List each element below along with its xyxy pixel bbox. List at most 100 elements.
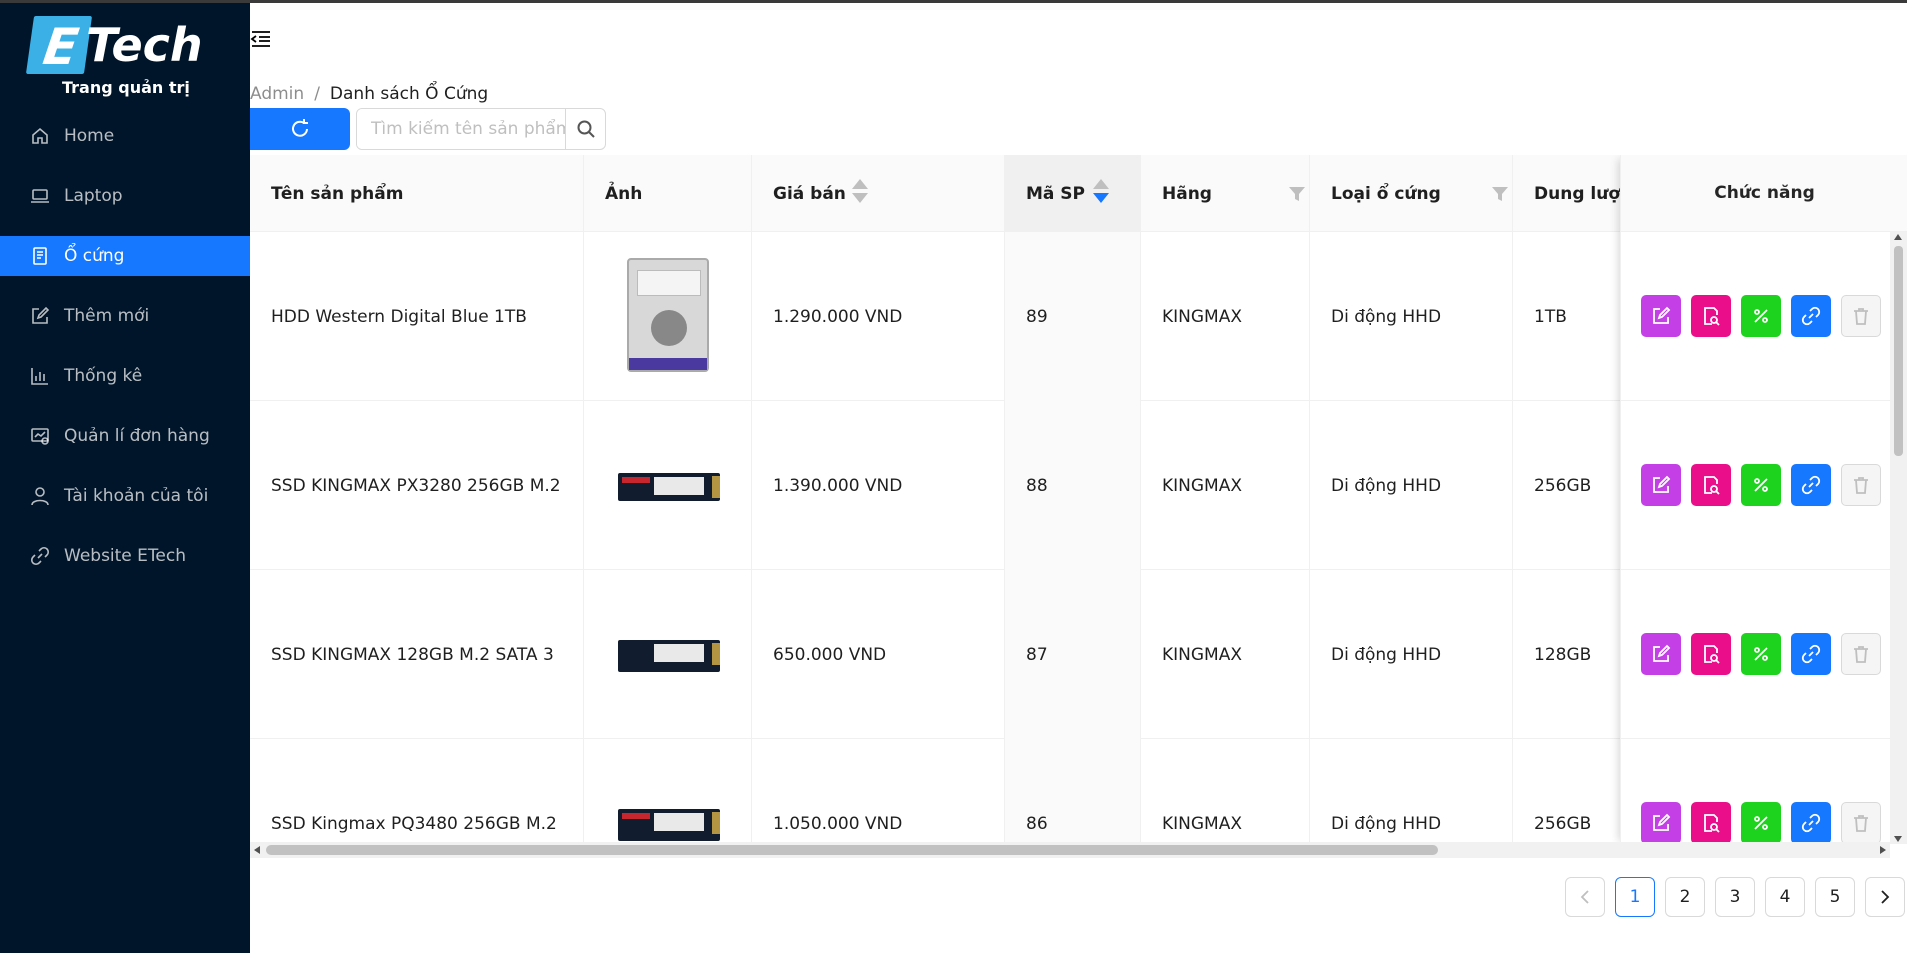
row-actions <box>1621 232 1907 401</box>
row-actions <box>1621 739 1907 845</box>
link-icon <box>1801 644 1821 664</box>
menu-fold-button[interactable] <box>250 28 272 50</box>
trash-icon <box>1854 308 1868 325</box>
sidebar-item-label: Thêm mới <box>64 306 150 326</box>
bar-chart-icon <box>30 366 50 386</box>
pagination-page[interactable]: 4 <box>1765 877 1805 917</box>
search-input[interactable] <box>357 109 565 149</box>
discount-button[interactable] <box>1741 633 1781 675</box>
open-link-button[interactable] <box>1791 464 1831 506</box>
view-detail-button[interactable] <box>1691 633 1731 675</box>
sidebar-item-home[interactable]: Home <box>0 116 250 156</box>
search-button[interactable] <box>565 109 605 149</box>
link-icon <box>1801 475 1821 495</box>
product-image <box>627 258 709 372</box>
trash-icon <box>1854 815 1868 832</box>
column-header-price[interactable]: Giá bán <box>752 155 1005 232</box>
sidebar-item-label: Quản lí đơn hàng <box>64 426 210 446</box>
edit-icon <box>30 306 50 326</box>
chevron-left-icon <box>1580 890 1589 904</box>
product-name: SSD KINGMAX 128GB M.2 SATA 3 <box>250 570 584 739</box>
scroll-thumb <box>266 845 1438 855</box>
edit-button[interactable] <box>1641 295 1681 337</box>
column-header-name: Tên sản phẩm <box>250 155 584 232</box>
type-filter-icon[interactable] <box>1491 185 1509 203</box>
sidebar-item-statistics[interactable]: Thống kê <box>0 356 250 396</box>
view-detail-button[interactable] <box>1691 295 1731 337</box>
pagination-page[interactable]: 3 <box>1715 877 1755 917</box>
refresh-icon <box>292 119 308 137</box>
sidebar-item-website[interactable]: Website ETech <box>0 536 250 576</box>
column-header-type: Loại ổ cứng <box>1310 155 1513 232</box>
discount-button[interactable] <box>1741 802 1781 844</box>
pagination-next-button[interactable] <box>1865 877 1905 917</box>
breadcrumb: Admin / Danh sách Ổ Cứng <box>250 84 488 104</box>
pagination-page[interactable]: 2 <box>1665 877 1705 917</box>
percent-icon <box>1754 816 1768 830</box>
brand-filter-icon[interactable] <box>1288 185 1306 203</box>
sidebar-item-add-new[interactable]: Thêm mới <box>0 296 250 336</box>
logo-text: Tech <box>86 18 203 72</box>
open-link-button[interactable] <box>1791 633 1831 675</box>
horizontal-scrollbar[interactable] <box>250 842 1890 858</box>
open-link-button[interactable] <box>1791 295 1831 337</box>
vertical-scrollbar[interactable] <box>1890 232 1907 844</box>
product-image-cell <box>584 232 752 401</box>
edit-button[interactable] <box>1641 802 1681 844</box>
product-price: 650.000 VND <box>752 570 1005 739</box>
scroll-left-arrow <box>254 846 260 854</box>
user-icon <box>30 486 50 506</box>
sidebar-item-hard-drive[interactable]: Ổ cứng <box>0 236 250 276</box>
home-icon <box>30 126 50 146</box>
trash-icon <box>1854 646 1868 663</box>
chevron-right-icon <box>1881 890 1890 904</box>
product-name: SSD Kingmax PQ3480 256GB M.2 <box>250 739 584 845</box>
toolbar <box>250 108 606 150</box>
scroll-thumb <box>1894 246 1903 456</box>
edit-icon <box>1653 475 1671 493</box>
edit-button[interactable] <box>1641 464 1681 506</box>
column-header-code[interactable]: Mã SP <box>1005 155 1141 232</box>
edit-icon <box>1653 813 1671 831</box>
view-detail-button[interactable] <box>1691 464 1731 506</box>
delete-button[interactable] <box>1841 633 1881 675</box>
sidebar-item-label: Tài khoản của tôi <box>64 486 209 506</box>
pagination: 1 2 3 4 5 <box>1565 877 1905 917</box>
delete-button[interactable] <box>1841 295 1881 337</box>
discount-button[interactable] <box>1741 464 1781 506</box>
pagination-page[interactable]: 5 <box>1815 877 1855 917</box>
percent-icon <box>1754 478 1768 492</box>
delete-button[interactable] <box>1841 464 1881 506</box>
sidebar-item-laptop[interactable]: Laptop <box>0 176 250 216</box>
sidebar-item-label: Home <box>64 126 115 146</box>
logo[interactable]: E Tech Trang quản trị <box>25 16 220 102</box>
edit-button[interactable] <box>1641 633 1681 675</box>
product-image <box>618 640 720 672</box>
delete-button[interactable] <box>1841 802 1881 844</box>
product-image-cell <box>584 401 752 570</box>
pagination-prev-button[interactable] <box>1565 877 1605 917</box>
sidebar-item-my-account[interactable]: Tài khoản của tôi <box>0 476 250 516</box>
file-search-icon <box>1704 476 1720 495</box>
breadcrumb-root[interactable]: Admin <box>250 84 304 104</box>
link-icon <box>1801 813 1821 833</box>
code-sort-icon[interactable] <box>1093 179 1109 209</box>
sidebar-item-label: Laptop <box>64 186 123 206</box>
hard-drive-icon <box>30 246 50 266</box>
product-image-cell <box>584 739 752 845</box>
discount-button[interactable] <box>1741 295 1781 337</box>
logo-subtitle: Trang quản trị <box>62 78 190 97</box>
product-type: Di động HHD <box>1310 232 1513 401</box>
pagination-page[interactable]: 1 <box>1615 877 1655 917</box>
actions-column: Chức năng <box>1620 155 1907 845</box>
sidebar-item-label: Thống kê <box>64 366 143 386</box>
edit-icon <box>1653 306 1671 324</box>
window-top-border <box>0 0 1907 3</box>
open-link-button[interactable] <box>1791 802 1831 844</box>
scroll-down-arrow <box>1894 836 1902 842</box>
price-sort-icon[interactable] <box>852 179 868 209</box>
percent-icon <box>1754 647 1768 661</box>
view-detail-button[interactable] <box>1691 802 1731 844</box>
sidebar-item-orders[interactable]: Quản lí đơn hàng <box>0 416 250 456</box>
refresh-button[interactable] <box>250 108 350 150</box>
